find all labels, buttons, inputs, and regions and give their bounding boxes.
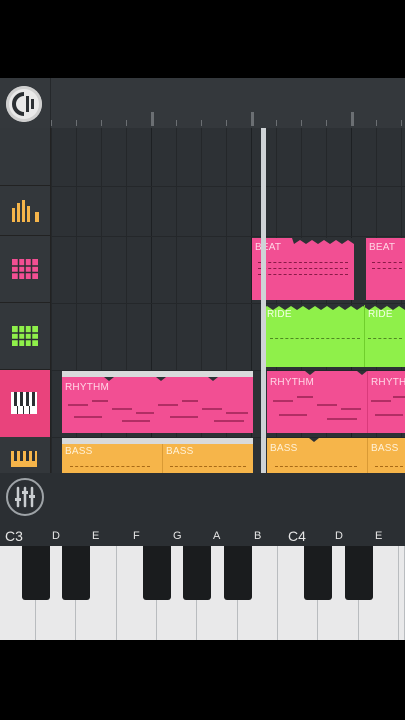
mixer-button[interactable] bbox=[6, 478, 44, 516]
playhead[interactable] bbox=[261, 128, 266, 473]
track-bass[interactable] bbox=[0, 437, 50, 473]
track-rhythm[interactable] bbox=[0, 370, 50, 437]
note-label: C3 bbox=[5, 528, 23, 544]
pink-pads-icon bbox=[12, 259, 38, 279]
mixer-sliders-icon bbox=[15, 486, 35, 508]
arrangement-grid[interactable]: BEAT BEAT RIDE RIDE RHYTHM RHYTHM RHYTH … bbox=[51, 128, 405, 473]
rhythm-notes bbox=[68, 400, 248, 422]
black-key[interactable] bbox=[183, 546, 211, 600]
rhythm-clip-label: RHYTHM bbox=[65, 382, 109, 393]
bass-keys-icon bbox=[11, 451, 37, 467]
ride-clip[interactable]: RIDE RIDE bbox=[264, 305, 405, 367]
note-label: A bbox=[213, 530, 221, 542]
top-bar bbox=[0, 78, 405, 128]
track-ride[interactable] bbox=[0, 303, 50, 370]
rhythm-clip-label: RHYTHM bbox=[270, 377, 314, 388]
timeline-ruler[interactable] bbox=[50, 78, 405, 128]
note-label: F bbox=[133, 530, 140, 542]
rhythm-clip[interactable]: RHYTHM RHYTHM bbox=[267, 371, 405, 433]
green-pads-icon bbox=[12, 326, 38, 346]
beat-clip[interactable]: BEAT bbox=[366, 238, 405, 300]
ride-clip-label: RIDE bbox=[267, 309, 292, 320]
track-drum-levels[interactable] bbox=[0, 186, 50, 236]
note-labels: C3 D E F G A B C4 D E bbox=[0, 528, 405, 546]
rhythm-clip[interactable]: RHYTHM bbox=[62, 371, 253, 433]
bass-clip[interactable]: BASS BASS bbox=[62, 438, 253, 473]
bass-clip-label: BASS bbox=[371, 443, 399, 454]
note-label: E bbox=[92, 530, 100, 542]
track-empty[interactable] bbox=[0, 128, 50, 186]
rhythm-clip-label: RHYTHM bbox=[371, 377, 405, 388]
app-screen: BEAT BEAT RIDE RIDE RHYTHM RHYTHM RHYTH … bbox=[0, 78, 405, 640]
bars-icon bbox=[12, 200, 39, 222]
note-label: B bbox=[254, 530, 262, 542]
note-label: C4 bbox=[288, 528, 306, 544]
bass-clip-label: BASS bbox=[65, 446, 93, 457]
track-beat[interactable] bbox=[0, 236, 50, 303]
note-label: E bbox=[375, 530, 383, 542]
track-list bbox=[0, 128, 51, 473]
black-key[interactable] bbox=[304, 546, 332, 600]
piano-icon bbox=[11, 392, 37, 414]
beat-clip-label: BEAT bbox=[369, 242, 396, 253]
note-label: D bbox=[52, 530, 60, 542]
black-key[interactable] bbox=[224, 546, 252, 600]
beat-clip-label: BEAT bbox=[255, 242, 282, 253]
black-key[interactable] bbox=[143, 546, 171, 600]
white-key[interactable] bbox=[399, 546, 405, 640]
bass-clip[interactable]: BASS BASS bbox=[267, 438, 405, 473]
beat-clip[interactable]: BEAT bbox=[252, 238, 354, 300]
app-logo-icon[interactable] bbox=[6, 86, 42, 122]
piano-keyboard[interactable] bbox=[0, 546, 405, 640]
ride-clip-label: RIDE bbox=[368, 309, 393, 320]
black-key[interactable] bbox=[345, 546, 373, 600]
bass-clip-label: BASS bbox=[270, 443, 298, 454]
note-label: D bbox=[335, 530, 343, 542]
bass-clip-label: BASS bbox=[166, 446, 194, 457]
black-key[interactable] bbox=[62, 546, 90, 600]
rhythm-notes bbox=[273, 396, 405, 420]
note-label: G bbox=[173, 530, 182, 542]
black-key[interactable] bbox=[22, 546, 50, 600]
